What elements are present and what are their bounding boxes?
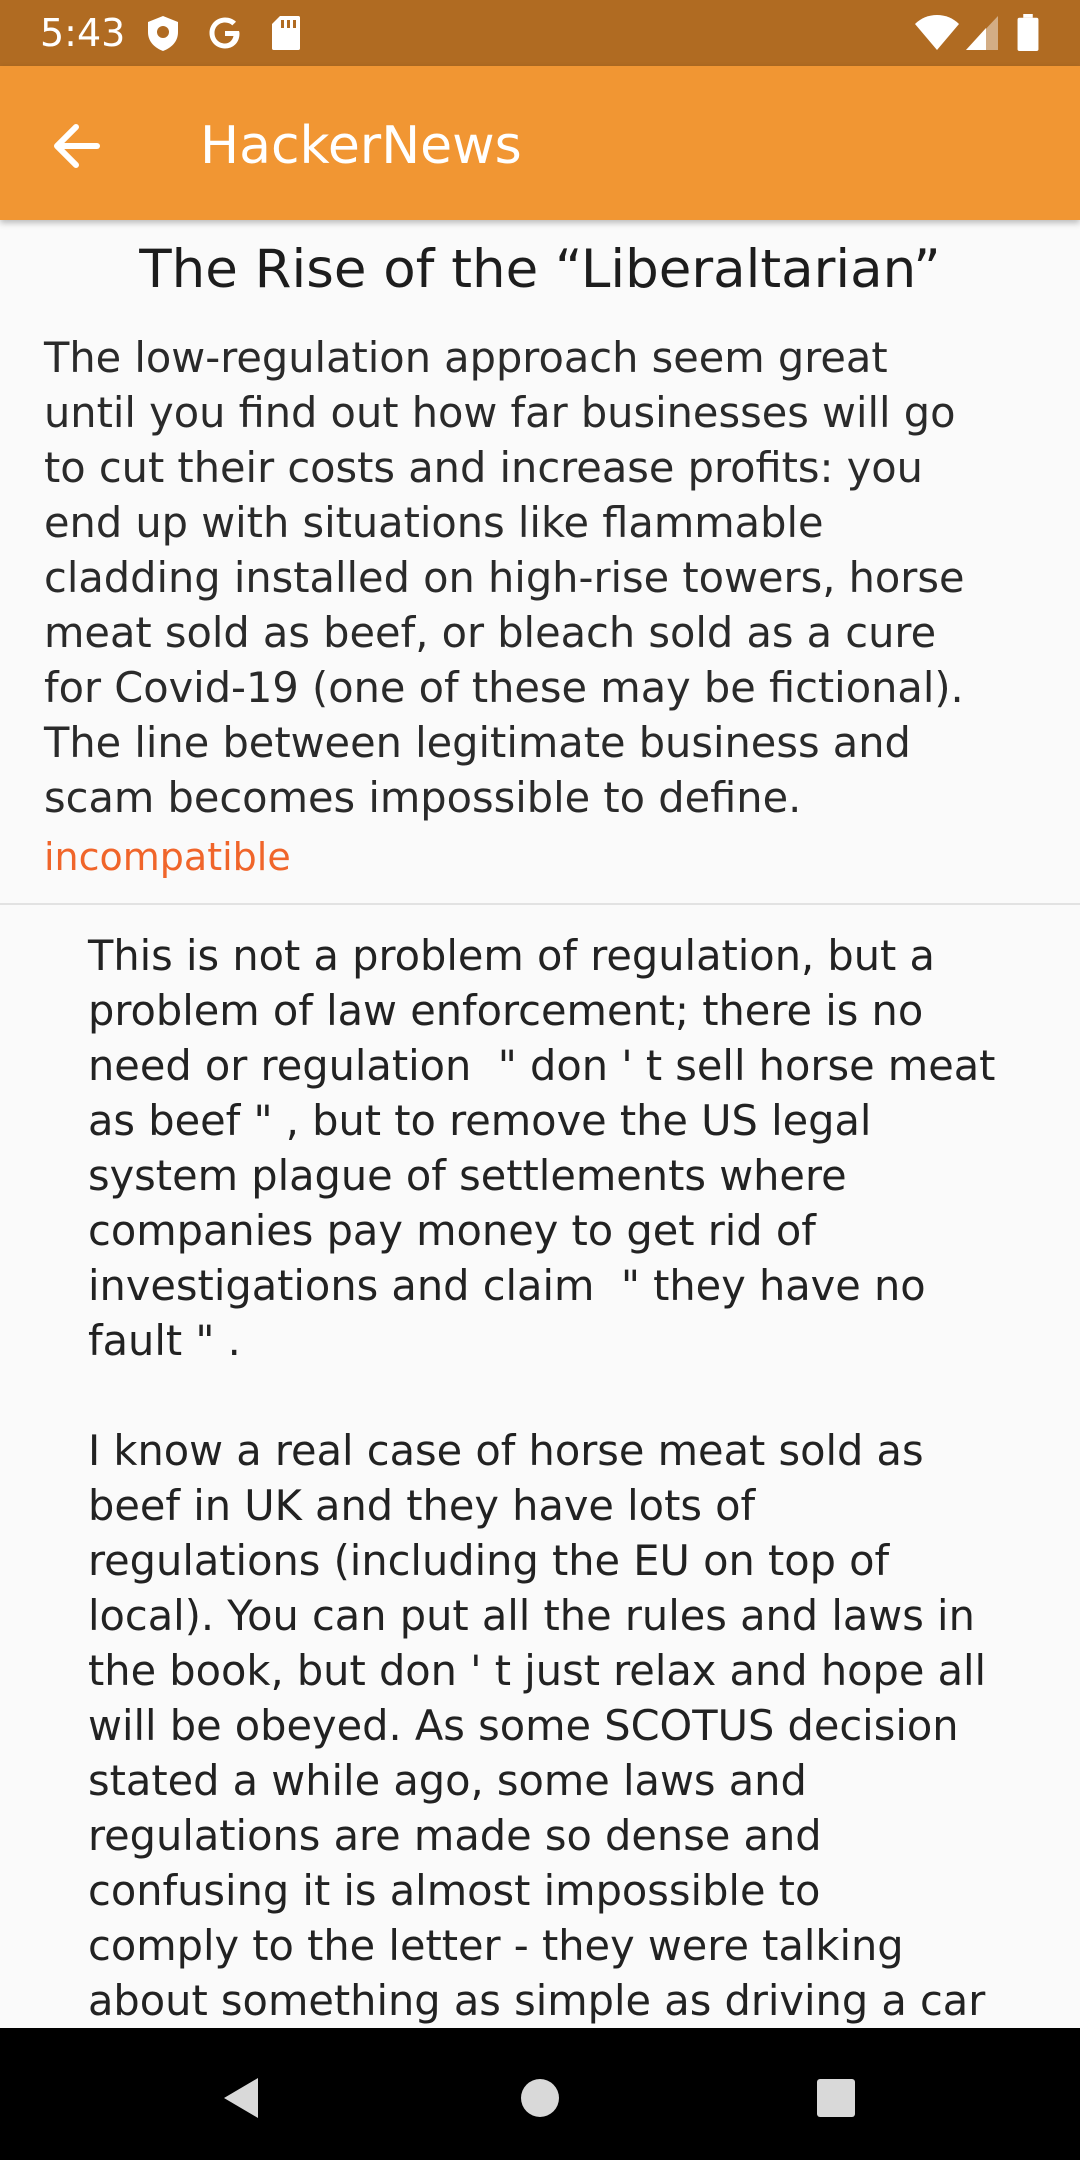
comment-line: comply to the letter - they were talking bbox=[88, 1921, 904, 1970]
system-nav-bar bbox=[0, 2028, 1080, 2160]
signal-icon bbox=[966, 16, 998, 50]
recents-square-icon bbox=[817, 2079, 855, 2117]
comment-line: I know a real case of horse meat sold as bbox=[88, 1426, 924, 1475]
story-text: The low-regulation approach seem great un… bbox=[44, 330, 1044, 825]
nav-back-button[interactable] bbox=[200, 2058, 280, 2138]
story-detail[interactable]: The Rise of the “Liberaltarian” The low-… bbox=[0, 220, 1080, 2028]
comment-line: about something as simple as driving a c… bbox=[88, 1976, 986, 2025]
story-line: The line between legitimate business and bbox=[44, 718, 911, 767]
wifi-icon bbox=[915, 15, 959, 50]
story-tag-link[interactable]: incompatible bbox=[44, 832, 291, 882]
app-bar: HackerNews bbox=[0, 66, 1080, 220]
story-line: cladding installed on high-rise towers, … bbox=[44, 553, 965, 602]
back-button[interactable] bbox=[36, 106, 116, 186]
divider bbox=[0, 903, 1080, 905]
story-line: for Covid-19 (one of these may be fictio… bbox=[44, 663, 964, 712]
comment-body: This is not a problem of regulation, but… bbox=[88, 928, 1080, 2028]
status-bar: 5:43 bbox=[0, 0, 1080, 66]
nav-recents-button[interactable] bbox=[796, 2058, 876, 2138]
nav-home-button[interactable] bbox=[500, 2058, 580, 2138]
arrow-back-icon bbox=[54, 124, 100, 168]
comment-line: local). You can put all the rules and la… bbox=[88, 1591, 975, 1640]
comment-line: the book, but don ' t just relax and hop… bbox=[88, 1646, 987, 1695]
story-title: The Rise of the “Liberaltarian” bbox=[139, 239, 941, 300]
google-icon bbox=[209, 17, 240, 49]
comment-line: regulations (including the EU on top of bbox=[88, 1536, 890, 1585]
back-triangle-icon bbox=[224, 2078, 258, 2118]
comment-line bbox=[88, 1368, 1080, 1423]
comment-line: fault " . bbox=[88, 1316, 241, 1365]
story-line: until you find out how far businesses wi… bbox=[44, 388, 956, 437]
story-line: scam becomes impossible to define. bbox=[44, 773, 802, 822]
home-circle-icon bbox=[521, 2079, 559, 2117]
battery-icon bbox=[1017, 14, 1039, 52]
story-line: meat sold as beef, or bleach sold as a c… bbox=[44, 608, 937, 657]
comment-line: as beef " , but to remove the US legal bbox=[88, 1096, 872, 1145]
comment-line: system plague of settlements where bbox=[88, 1151, 847, 1200]
status-time: 5:43 bbox=[40, 11, 126, 55]
story-line: The low-regulation approach seem great bbox=[44, 333, 888, 382]
comment-line: companies pay money to get rid of bbox=[88, 1206, 816, 1255]
comment-line: This is not a problem of regulation, but… bbox=[88, 931, 935, 980]
sd-card-icon bbox=[272, 16, 300, 50]
story-line: end up with situations like flammable bbox=[44, 498, 824, 547]
comment-line: stated a while ago, some laws and bbox=[88, 1756, 807, 1805]
comment-line: need or regulation " don ' t sell horse … bbox=[88, 1041, 996, 1090]
comment-line: confusing it is almost impossible to bbox=[88, 1866, 821, 1915]
comment-line: investigations and claim " they have no bbox=[88, 1261, 926, 1310]
comment-line: beef in UK and they have lots of bbox=[88, 1481, 756, 1530]
comment-line: will be obeyed. As some SCOTUS decision bbox=[88, 1701, 959, 1750]
comment-line: regulations are made so dense and bbox=[88, 1811, 822, 1860]
story-line: to cut their costs and increase profits:… bbox=[44, 443, 923, 492]
shield-icon bbox=[148, 16, 178, 51]
app-title: HackerNews bbox=[200, 116, 522, 176]
comment-line: problem of law enforcement; there is no bbox=[88, 986, 924, 1035]
